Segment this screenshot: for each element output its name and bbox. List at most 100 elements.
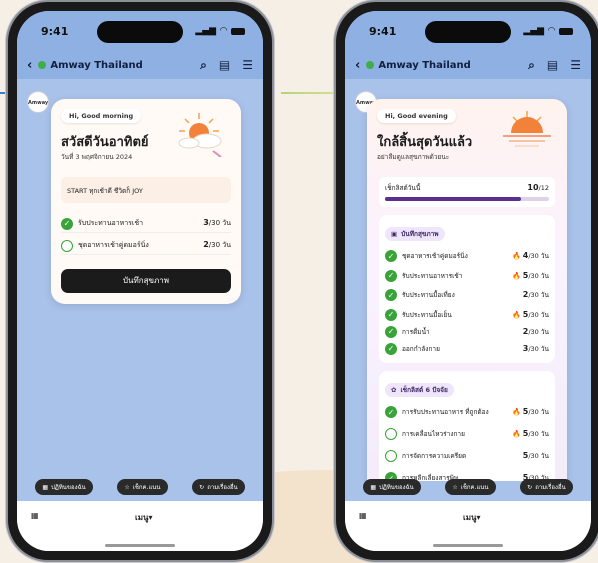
checklist-row[interactable]: ✓ รับประทานมื้อเที่ยง 2/30 วัน	[385, 284, 549, 306]
card-title: ใกล้สิ้นสุดวันแล้ว	[377, 135, 473, 150]
health-log-button[interactable]: บันทึกสุขภาพ	[61, 269, 231, 293]
quick-score[interactable]: ☆ เช็กค.แนน	[445, 479, 496, 495]
phone-morning: 9:41 ▂▄▆ ◠ ‹ Amway Thailand ⌕ ▤ ☰ Amway …	[8, 2, 272, 560]
quick-score[interactable]: ☆ เช็กค.แนน	[117, 479, 168, 495]
daily-checklist-progress: เช็กลิสต์วันนี้ 10/12	[379, 177, 555, 207]
row-count: 3/30 วัน	[522, 343, 549, 353]
task-row[interactable]: ชุดอาหารเช้าคู่ดมอร์นิ่ง 2/30 วัน	[61, 237, 231, 255]
chat-title: Amway Thailand	[50, 59, 143, 71]
quick-reply-bar: ▦ ปฏิทินของฉัน ☆ เช็กค.แนน ↻ ถามเรื่องอื่น	[17, 479, 263, 501]
progress-track	[385, 197, 549, 201]
task-count: 3/30 วัน	[203, 218, 231, 227]
keyboard-icon[interactable]: ▦	[31, 511, 39, 520]
checklist-row[interactable]: การเคลื่อนไหวร่างกาย 🔥 5/30 วัน	[385, 423, 549, 445]
calendar-icon: ▦	[42, 483, 48, 491]
checked-icon[interactable]: ✓	[385, 308, 397, 321]
row-count: 5/30 วัน	[522, 429, 549, 438]
chat-content: Amway Hi, Good morning สวัสดีวันอาทิตย์ …	[17, 79, 263, 481]
quick-calendar[interactable]: ▦ ปฏิทินของฉัน	[35, 479, 93, 495]
greeting-badge: Hi, Good morning	[61, 109, 142, 123]
star-icon: ☆	[452, 483, 458, 491]
sunset-icon	[503, 111, 551, 147]
checked-icon[interactable]: ✓	[385, 289, 397, 301]
checked-icon[interactable]: ✓	[385, 342, 397, 355]
signal-icon: ▂▄▆	[523, 26, 545, 36]
app-header: ‹ Amway Thailand ⌕ ▤ ☰	[345, 51, 591, 79]
section-header: ▣ บันทึกสุขภาพ	[385, 227, 445, 241]
task-label: ชุดอาหารเช้าคู่ดมอร์นิ่ง	[78, 241, 149, 249]
home-indicator	[433, 544, 503, 547]
checklist-row[interactable]: ✓ รับประทานมื้อเย็น 🔥 5/30 วัน	[385, 306, 549, 323]
notes-icon[interactable]: ▤	[547, 58, 558, 72]
checklist-row[interactable]: ✓ ออกกำลังกาย 3/30 วัน	[385, 340, 549, 357]
task-count: 2/30 วัน	[203, 240, 231, 249]
battery-icon	[559, 27, 573, 35]
row-count: 2/30 วัน	[522, 326, 549, 336]
checked-icon[interactable]: ✓	[385, 269, 397, 282]
menu-toggle[interactable]: เมนู▾	[367, 511, 577, 524]
notes-icon[interactable]: ▤	[219, 58, 230, 72]
hamburger-menu-icon[interactable]: ☰	[570, 58, 581, 72]
wifi-icon: ◠	[548, 26, 555, 36]
fire-icon: 🔥	[512, 408, 521, 416]
hamburger-menu-icon[interactable]: ☰	[242, 58, 253, 72]
checked-icon[interactable]: ✓	[385, 250, 397, 262]
unchecked-icon[interactable]	[385, 450, 397, 462]
section-header: ✿ เช็กลิสต์ 6 ปัจจัย	[385, 383, 454, 397]
status-icons: ▂▄▆ ◠	[195, 26, 245, 36]
app-header: ‹ Amway Thailand ⌕ ▤ ☰	[17, 51, 263, 79]
quick-ask[interactable]: ↻ ถามเรื่องอื่น	[192, 479, 245, 495]
row-label: การจัดการความเครียด	[402, 452, 467, 460]
row-label: การรับประทานอาหาร ที่ถูกต้อง	[402, 408, 489, 416]
status-icons: ▂▄▆ ◠	[523, 26, 573, 36]
quick-reply-bar: ▦ ปฏิทินของฉัน ☆ เช็กค.แนน ↻ ถามเรื่องอื่น	[345, 479, 591, 501]
progress-label: เช็กลิสต์วันนี้	[385, 184, 421, 192]
checklist-row[interactable]: ✓ การดื่มน้ำ 2/30 วัน	[385, 323, 549, 340]
star-icon: ☆	[124, 483, 130, 491]
keyboard-icon[interactable]: ▦	[359, 511, 367, 520]
card-title: สวัสดีวันอาทิตย์	[61, 135, 149, 150]
bottom-nav: ▦ เมนู▾	[17, 501, 263, 551]
quick-calendar[interactable]: ▦ ปฏิทินของฉัน	[363, 479, 421, 495]
header-actions: ⌕ ▤ ☰	[528, 58, 581, 73]
status-time: 9:41	[369, 24, 397, 38]
evening-card: Hi, Good evening ใกล้สิ้นสุดวันแล้ว อย่า…	[367, 99, 567, 481]
quick-ask[interactable]: ↻ ถามเรื่องอื่น	[520, 479, 573, 495]
row-count: 2/30 วัน	[522, 290, 549, 299]
phone-evening: 9:41 ▂▄▆ ◠ ‹ Amway Thailand ⌕ ▤ ☰ Amway …	[336, 2, 598, 560]
row-label: การเคลื่อนไหวร่างกาย	[402, 430, 465, 438]
back-icon[interactable]: ‹	[27, 58, 32, 73]
signal-icon: ▂▄▆	[195, 26, 217, 36]
checklist-row[interactable]: ✓ การรับประทานอาหาร ที่ถูกต้อง 🔥 5/30 วัน	[385, 401, 549, 423]
row-count: 5/30 วัน	[522, 309, 549, 319]
checked-icon[interactable]: ✓	[61, 217, 73, 230]
health-log-section: ▣ บันทึกสุขภาพ ✓ ชุดอาหารเช้าคู่ดมอร์นิ่ง…	[379, 215, 555, 363]
checklist-row[interactable]: การจัดการความเครียด 5/30 วัน	[385, 445, 549, 467]
sun-cloud-icon	[178, 113, 222, 157]
checked-icon[interactable]: ✓	[385, 406, 397, 418]
unchecked-icon[interactable]	[61, 239, 73, 252]
fire-icon: 🔥	[512, 310, 521, 319]
search-icon[interactable]: ⌕	[528, 58, 535, 73]
health-log-list: ✓ ชุดอาหารเช้าคู่ดมอร์นิ่ง 🔥 4/30 วัน ✓ รับปร…	[385, 245, 549, 357]
battery-icon	[231, 27, 245, 35]
checked-icon[interactable]: ✓	[385, 325, 397, 338]
menu-toggle[interactable]: เมนู▾	[39, 511, 249, 524]
row-label: รับประทานมื้อเย็น	[402, 310, 452, 319]
back-icon[interactable]: ‹	[355, 58, 360, 73]
chat-content: Amway Hi, Good evening ใกล้สิ้นสุดวันแล้…	[345, 79, 591, 481]
checklist-row[interactable]: ✓ รับประทานอาหารเช้า 🔥 5/30 วัน	[385, 267, 549, 284]
unchecked-icon[interactable]	[385, 428, 397, 440]
calendar-icon: ▦	[370, 483, 376, 491]
flower-icon: ✿	[391, 386, 397, 394]
row-count: 5/30 วัน	[522, 270, 549, 280]
row-count: 5/30 วัน	[522, 407, 549, 416]
status-time: 9:41	[41, 24, 69, 38]
checklist-row[interactable]: ✓ ชุดอาหารเช้าคู่ดมอร์นิ่ง 🔥 4/30 วัน	[385, 245, 549, 267]
task-row[interactable]: ✓ รับประทานอาหารเช้า 3/30 วัน	[61, 215, 231, 233]
six-factor-list: ✓ การรับประทานอาหาร ที่ถูกต้อง 🔥 5/30 วัน กา…	[385, 401, 549, 481]
search-icon[interactable]: ⌕	[200, 58, 207, 73]
fire-icon: 🔥	[512, 271, 521, 280]
start-message: START ทุกเช้าดี ชีวิตก็ JOY	[61, 177, 231, 203]
card-date: วันที่ 3 พฤศจิกายน 2024	[61, 153, 133, 161]
